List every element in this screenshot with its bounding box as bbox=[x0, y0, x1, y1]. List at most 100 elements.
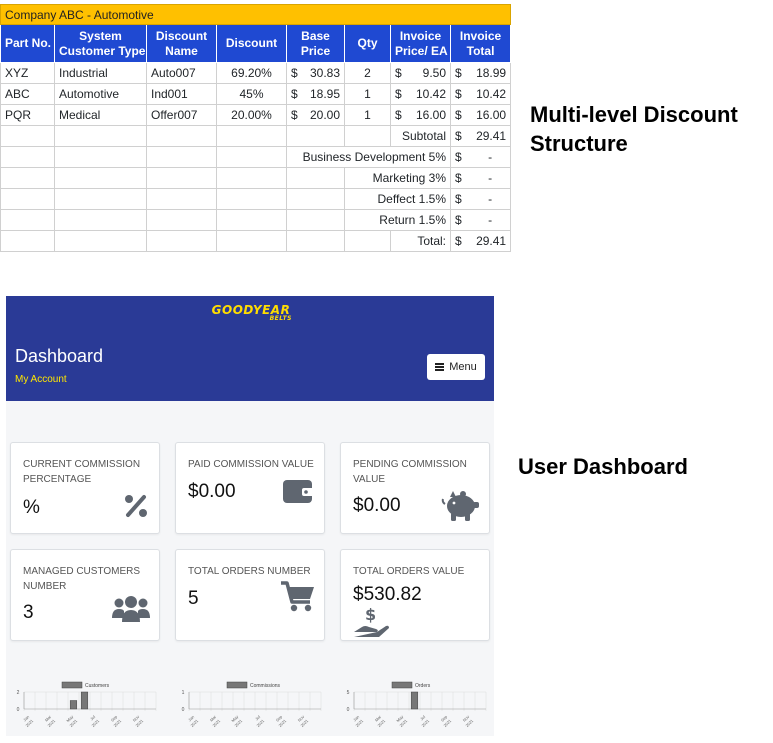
cell-customer-type: Automotive bbox=[54, 83, 147, 105]
col-header-invoice-total: Invoice Total bbox=[449, 24, 512, 63]
menu-button-label: Menu bbox=[449, 361, 477, 373]
y-tick-label: 0 bbox=[17, 707, 20, 713]
legend-label: Commissions bbox=[250, 683, 281, 689]
card-total-orders-value: Total Orders Value $530.82 $ bbox=[340, 549, 490, 641]
table-row: ABC Automotive Ind001 45% $18.95 1 $10.4… bbox=[0, 83, 512, 105]
col-header-part-no: Part No. bbox=[0, 24, 55, 63]
cell-invoice-total: $10.42 bbox=[449, 83, 512, 105]
summary-label: Business Development 5% bbox=[286, 146, 451, 168]
page-title: Dashboard bbox=[15, 346, 104, 366]
cell-invoice-price-ea: $16.00 bbox=[390, 104, 451, 126]
cell-base-price: $18.95 bbox=[286, 83, 345, 105]
card-value: 5 bbox=[188, 588, 199, 609]
summary-row-return: Return 1.5% $ - bbox=[0, 209, 512, 231]
dashboard-header: GOODYEAR BELTS Dashboard My Account Menu bbox=[6, 296, 494, 401]
cell-discount: 45% bbox=[216, 83, 287, 105]
cell-invoice-total: $16.00 bbox=[449, 104, 512, 126]
table-row: PQR Medical Offer007 20.00% $20.00 1 $16… bbox=[0, 104, 512, 126]
users-icon bbox=[112, 596, 150, 622]
cell-part-no: ABC bbox=[0, 83, 55, 105]
cell-discount: 20.00% bbox=[216, 104, 287, 126]
y-tick-label: 5 bbox=[347, 690, 350, 696]
summary-row-business-development: Business Development 5% $ - bbox=[0, 146, 512, 168]
col-header-qty: Qty bbox=[344, 24, 391, 63]
shopping-cart-icon bbox=[281, 581, 314, 612]
hamburger-icon bbox=[435, 363, 445, 371]
card-paid-commission-value: Paid Commission Value $0.00 bbox=[175, 442, 325, 534]
goodyear-logo[interactable]: GOODYEAR BELTS bbox=[196, 303, 306, 322]
summary-label: Subtotal bbox=[390, 125, 451, 147]
summary-value: $29.41 bbox=[449, 125, 512, 147]
card-value: $0.00 bbox=[188, 481, 236, 502]
percent-icon bbox=[125, 495, 147, 517]
dashboard-window: GOODYEAR BELTS Dashboard My Account Menu… bbox=[6, 296, 494, 736]
cell-base-price: $20.00 bbox=[286, 104, 345, 126]
card-label: Managed Customers Number bbox=[23, 566, 141, 592]
legend-label: Customers bbox=[85, 683, 110, 689]
card-label: Total Orders Value bbox=[353, 566, 465, 577]
cell-invoice-total: $18.99 bbox=[449, 62, 512, 84]
cell-invoice-price-ea: $10.42 bbox=[390, 83, 451, 105]
table-row: XYZ Industrial Auto007 69.20% $30.83 2 $… bbox=[0, 62, 512, 84]
card-label: Total Orders Number bbox=[188, 566, 311, 577]
svg-text:$: $ bbox=[365, 606, 376, 624]
card-current-commission-percentage: Current Commission Percentage % bbox=[10, 442, 160, 534]
card-label: Paid Commission Value bbox=[188, 459, 314, 470]
cell-invoice-price-ea: $9.50 bbox=[390, 62, 451, 84]
summary-row-marketing: Marketing 3% $ - bbox=[0, 167, 512, 189]
legend-swatch bbox=[391, 681, 413, 689]
summary-value: $ - bbox=[449, 188, 512, 210]
col-header-customer-type: System Customer Type bbox=[54, 24, 147, 63]
bar bbox=[69, 700, 78, 710]
cell-qty: 1 bbox=[344, 83, 391, 105]
menu-button[interactable]: Menu bbox=[427, 354, 485, 380]
summary-value: $ - bbox=[449, 209, 512, 231]
cell-discount-name: Ind001 bbox=[146, 83, 217, 105]
summary-label: Marketing 3% bbox=[344, 167, 451, 189]
summary-value: $ - bbox=[449, 167, 512, 189]
piggy-bank-icon bbox=[441, 491, 479, 521]
card-pending-commission-value: Pending Commission Value $0.00 bbox=[340, 442, 490, 534]
summary-value: $ - bbox=[449, 146, 512, 168]
summary-label: Return 1.5% bbox=[344, 209, 451, 231]
summary-row-subtotal: Subtotal $29.41 bbox=[0, 125, 512, 147]
card-managed-customers-number: Managed Customers Number 3 bbox=[10, 549, 160, 641]
card-label: Current Commission Percentage bbox=[23, 459, 141, 485]
y-tick-label: 0 bbox=[347, 707, 350, 713]
bar bbox=[80, 691, 89, 710]
col-header-base-price: Base Price bbox=[286, 24, 345, 63]
y-tick-label: 1 bbox=[182, 690, 185, 696]
orders-chart: Orders50Jan2021 Mar2021 May2021Jul2021 Sep2… bbox=[347, 681, 487, 728]
sheet-title: Company ABC - Automotive bbox=[0, 4, 512, 25]
cell-qty: 1 bbox=[344, 104, 391, 126]
summary-label: Total: bbox=[390, 230, 451, 252]
cell-discount: 69.20% bbox=[216, 62, 287, 84]
cell-part-no: XYZ bbox=[0, 62, 55, 84]
summary-value: $29.41 bbox=[449, 230, 512, 252]
sheet-header-row: Part No. System Customer Type Discount Nam… bbox=[0, 24, 512, 63]
cell-part-no: PQR bbox=[0, 104, 55, 126]
card-value: 3 bbox=[23, 602, 34, 623]
commissions-chart: Commissions10Jan2021 Mar2021 May2021Jul202… bbox=[182, 681, 322, 728]
col-header-invoice-price-ea: Invoice Price/ EA bbox=[390, 24, 451, 63]
summary-row-total: Total: $29.41 bbox=[0, 230, 512, 252]
card-total-orders-number: Total Orders Number 5 bbox=[175, 549, 325, 641]
card-label: Pending Commission Value bbox=[353, 459, 467, 485]
y-tick-label: 2 bbox=[17, 690, 20, 696]
customers-chart: Customers20Jan2021 Mar2021 May2021Jul2021 S… bbox=[17, 681, 157, 728]
card-value: $530.82 bbox=[353, 584, 422, 605]
card-value: $0.00 bbox=[353, 495, 401, 516]
cell-qty: 2 bbox=[344, 62, 391, 84]
hand-dollar-icon: $ bbox=[354, 606, 389, 637]
discount-spreadsheet: Company ABC - Automotive Part No. System… bbox=[0, 4, 512, 252]
wallet-icon bbox=[283, 480, 314, 503]
legend-swatch bbox=[226, 681, 248, 689]
legend-label: Orders bbox=[415, 683, 431, 689]
cell-discount-name: Offer007 bbox=[146, 104, 217, 126]
summary-label: Deffect 1.5% bbox=[344, 188, 451, 210]
card-value: % bbox=[23, 497, 40, 518]
col-header-discount-name: Discount Name bbox=[146, 24, 217, 63]
col-header-discount: Discount bbox=[216, 24, 287, 63]
user-dashboard-caption: User Dashboard bbox=[518, 454, 688, 479]
my-account-link[interactable]: My Account bbox=[15, 374, 67, 385]
